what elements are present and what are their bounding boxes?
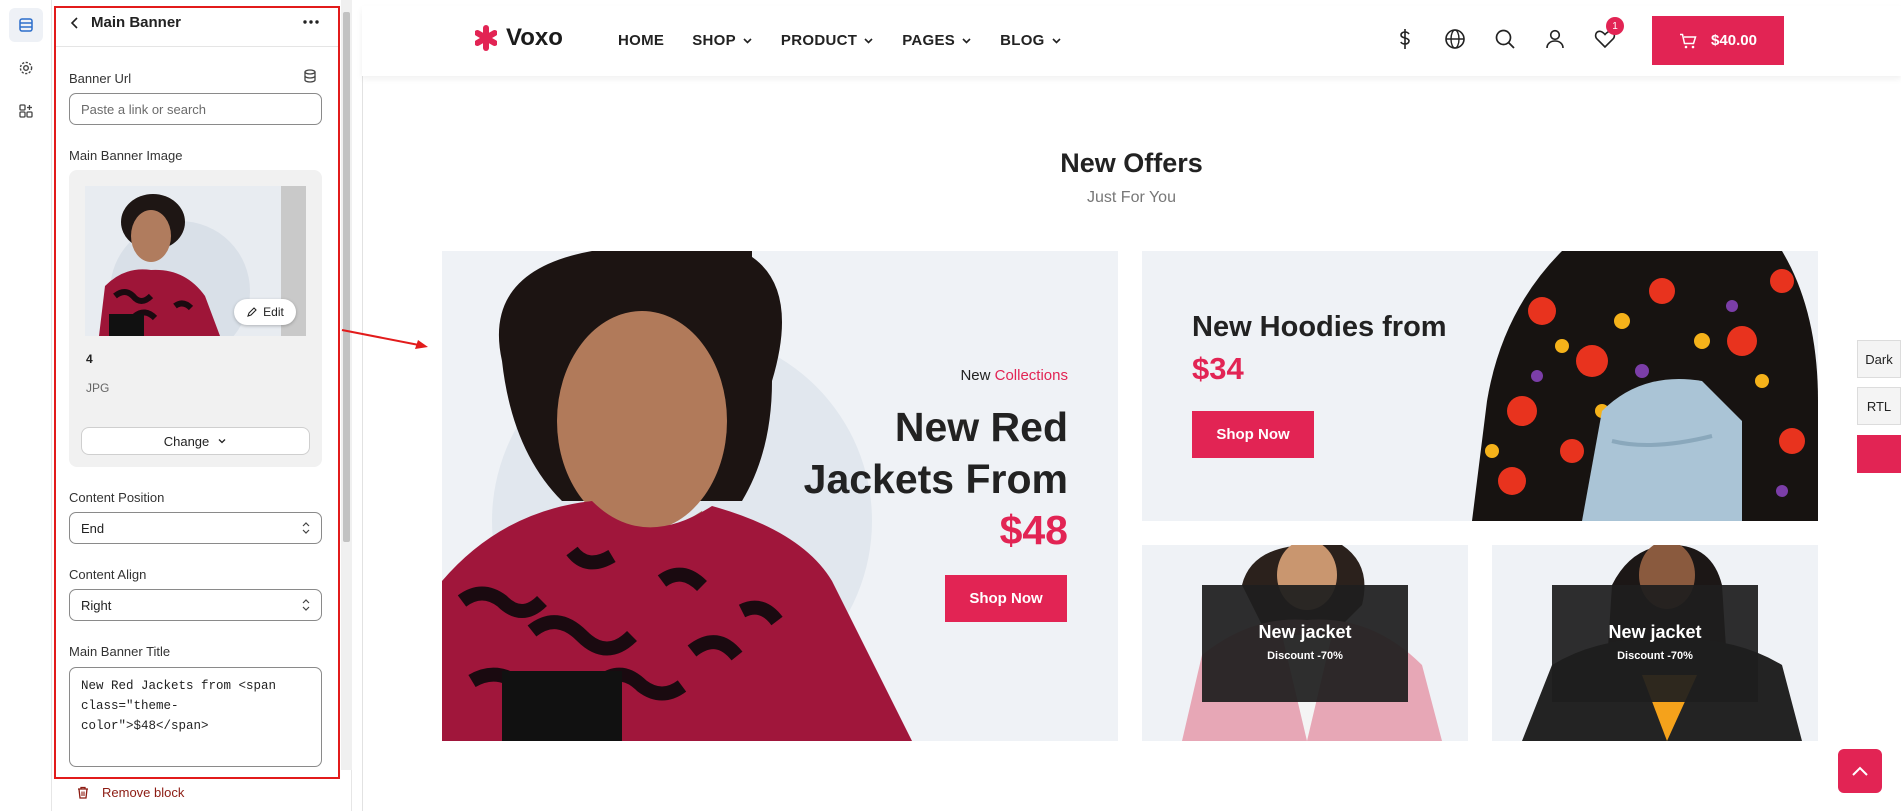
apps-icon[interactable]	[9, 94, 43, 128]
content-align-select[interactable]: Right	[69, 589, 322, 621]
nav-home-label: HOME	[618, 32, 665, 49]
brand-name: Voxo	[506, 24, 563, 51]
hoodies-banner[interactable]: New Hoodies from $34 Shop Now	[1142, 251, 1818, 521]
panel-title: Main Banner	[91, 14, 182, 31]
more-options-icon[interactable]	[300, 14, 322, 30]
nav-product-label: PRODUCT	[780, 32, 858, 49]
change-image-label: Change	[163, 433, 210, 449]
wishlist-count-badge: 1	[1606, 17, 1624, 35]
rtl-toggle[interactable]: RTL	[1857, 387, 1901, 425]
language-globe-icon[interactable]	[1444, 28, 1466, 50]
logo-mark-icon	[475, 25, 497, 51]
jacket-banner-1-overlay: New jacket Discount -70%	[1202, 585, 1408, 702]
annotation-arrow	[341, 329, 428, 349]
jacket-banner-1-title: New jacket	[1258, 622, 1352, 642]
chevron-up-icon	[1852, 766, 1868, 776]
main-banner-title: New Red Jackets From	[803, 404, 1068, 502]
editor-icon-rail	[0, 0, 52, 811]
kicker-accent: Collections	[994, 367, 1068, 384]
app-root: Main Banner Banner Url Paste a link or s…	[0, 0, 1901, 811]
theme-color-swatch[interactable]	[1857, 435, 1901, 473]
hoodies-banner-title: New Hoodies from	[1192, 311, 1447, 343]
main-banner-shop-now-button[interactable]: Shop Now	[945, 575, 1067, 622]
main-banner-image-label: Main Banner Image	[69, 148, 183, 163]
chevron-down-icon	[218, 439, 226, 444]
sections-icon[interactable]	[9, 8, 43, 42]
main-banner-price: $48	[999, 507, 1068, 553]
main-banner-title-textarea[interactable]: New Red Jackets from <span class="theme-…	[69, 667, 322, 767]
content-align-label: Content Align	[69, 567, 147, 582]
main-banner-kicker: New Collections	[960, 367, 1068, 384]
remove-block-button[interactable]: Remove block	[76, 785, 184, 800]
main-banner[interactable]: New Collections New Red Jackets From $48…	[442, 251, 1118, 741]
cart-button[interactable]: $40.00	[1652, 16, 1784, 65]
banner-url-input[interactable]: Paste a link or search	[69, 93, 322, 125]
chevron-down-icon	[743, 38, 752, 44]
offers-subtitle: Just For You	[1087, 189, 1176, 206]
cart-total: $40.00	[1711, 32, 1757, 49]
dark-mode-toggle[interactable]: Dark	[1857, 340, 1901, 378]
chevron-down-icon	[1052, 38, 1061, 44]
nav-shop-label: SHOP	[692, 32, 736, 49]
jacket-banner-2-overlay: New jacket Discount -70%	[1552, 585, 1758, 702]
edit-image-button[interactable]: Edit	[234, 299, 296, 325]
user-account-icon[interactable]	[1544, 28, 1566, 50]
jacket-banner-1-subtitle: Discount -70%	[1267, 650, 1343, 662]
select-chevrons-icon	[302, 522, 310, 534]
store-logo[interactable]: Voxo	[475, 24, 563, 52]
kicker-plain: New	[960, 367, 991, 384]
nav-blog[interactable]: BLOG	[1000, 32, 1062, 49]
hoodies-banner-price: $34	[1192, 351, 1244, 386]
remove-block-label: Remove block	[102, 785, 185, 800]
nav-shop[interactable]: SHOP	[692, 32, 753, 49]
currency-dollar-icon[interactable]	[1395, 28, 1415, 50]
nav-home[interactable]: HOME	[618, 32, 664, 49]
main-banner-title-label: Main Banner Title	[69, 644, 171, 659]
content-position-select[interactable]: End	[69, 512, 322, 544]
pencil-icon	[247, 307, 257, 317]
nav-pages-label: PAGES	[902, 32, 956, 49]
chevron-down-icon	[962, 38, 971, 44]
nav-blog-label: BLOG	[1000, 32, 1045, 49]
chevron-down-icon	[864, 38, 873, 44]
cart-icon	[1680, 33, 1697, 48]
content-position-value: End	[81, 520, 105, 536]
nav-pages[interactable]: PAGES	[902, 32, 972, 49]
image-extension: JPG	[86, 381, 110, 395]
offers-title: New Offers	[1060, 148, 1203, 178]
jacket-banner-1[interactable]: New jacket Discount -70%	[1142, 545, 1468, 741]
trash-icon	[78, 786, 88, 799]
settings-gear-icon[interactable]	[9, 51, 43, 85]
search-icon[interactable]	[1494, 28, 1516, 50]
change-image-button[interactable]: Change	[81, 427, 310, 455]
main-navigation: HOME SHOP PRODUCT PAGES BLOG	[618, 32, 1062, 49]
nav-product[interactable]: PRODUCT	[781, 32, 874, 49]
image-filename: 4	[86, 352, 93, 366]
select-chevrons-icon	[302, 599, 310, 611]
database-icon[interactable]	[302, 68, 318, 89]
content-align-value: Right	[81, 597, 112, 613]
back-to-top-button[interactable]	[1838, 749, 1882, 793]
panel-scrollbar-thumb[interactable]	[343, 12, 350, 542]
back-chevron-icon[interactable]	[66, 14, 84, 32]
jacket-banner-2[interactable]: New jacket Discount -70%	[1492, 545, 1818, 741]
panel-header-divider	[56, 46, 338, 47]
hoodies-shop-now-button[interactable]: Shop Now	[1192, 411, 1314, 458]
content-position-label: Content Position	[69, 490, 165, 505]
edit-image-label: Edit	[263, 305, 284, 319]
banner-url-label: Banner Url	[69, 71, 132, 86]
jacket-banner-2-subtitle: Discount -70%	[1617, 650, 1693, 662]
jacket-banner-2-title: New jacket	[1608, 622, 1702, 642]
